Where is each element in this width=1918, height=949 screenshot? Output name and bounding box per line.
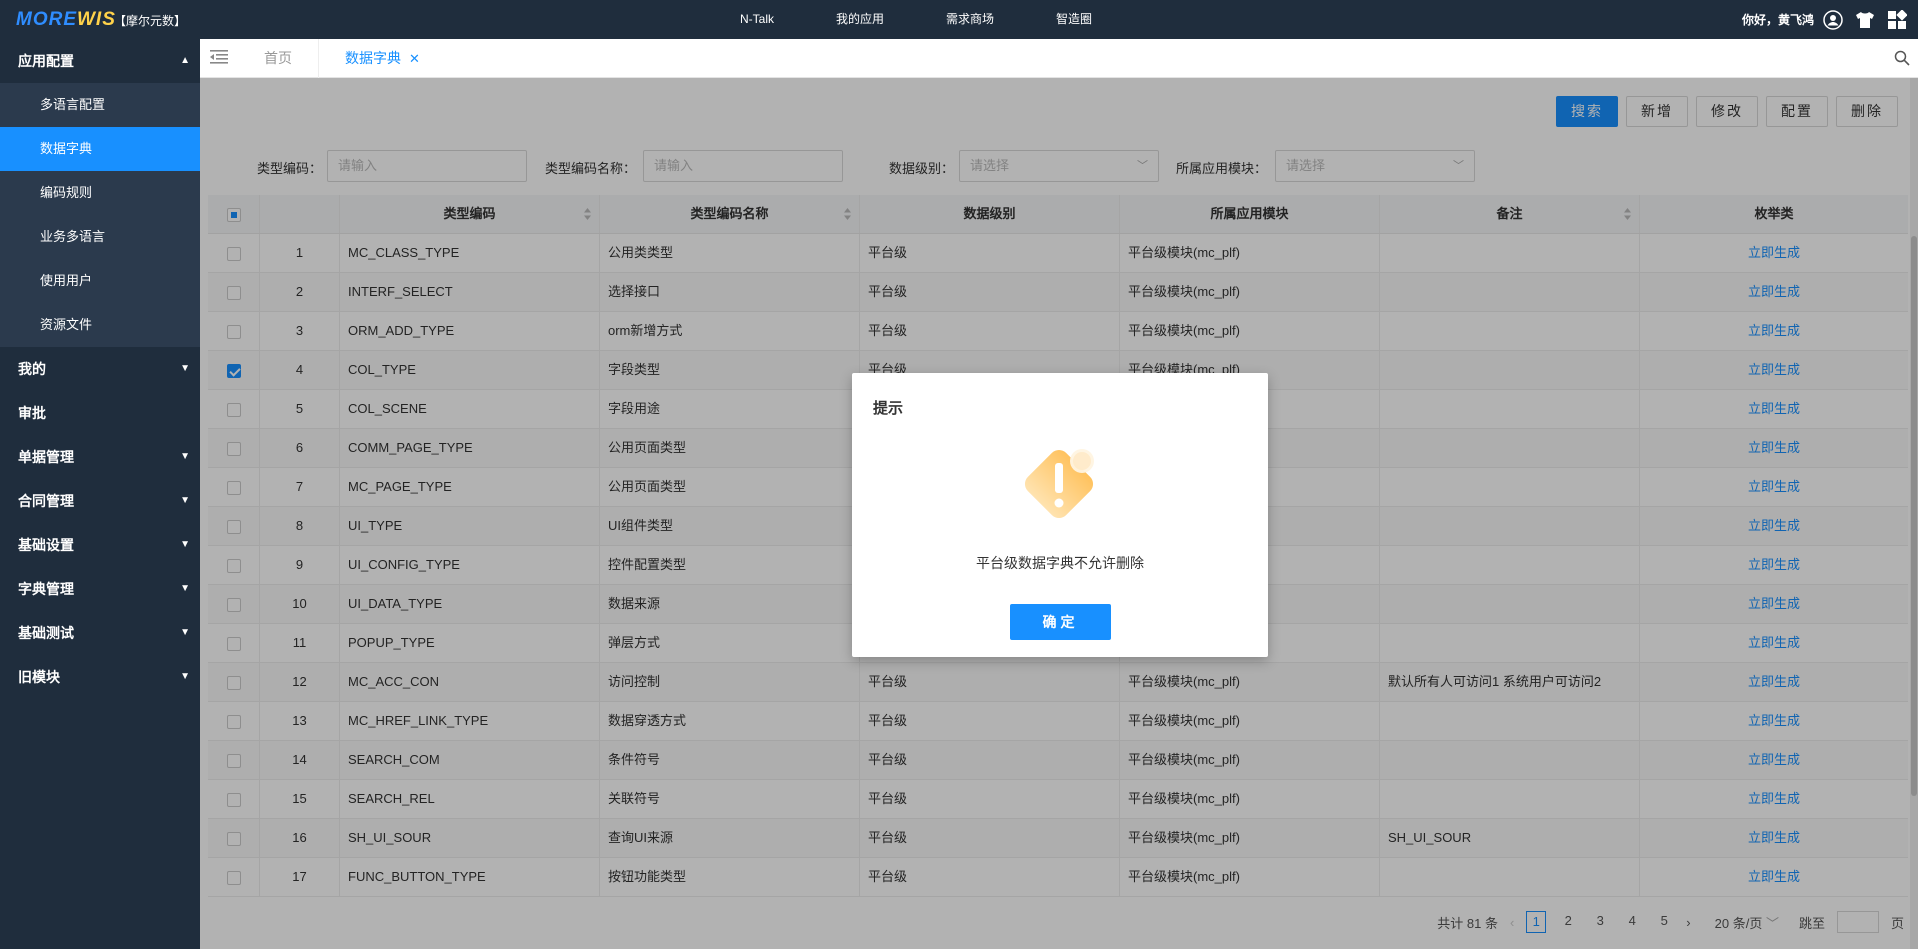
top-bar: MOREWIS 【摩尔元数】 N-Talk 我的应用 需求商场 智造圈 你好，黄…	[0, 0, 1918, 39]
tab-divider	[318, 39, 319, 78]
sidebar-item-resources[interactable]: 资源文件	[0, 303, 200, 347]
sidebar-group-mine[interactable]: 我的 ▼	[0, 347, 200, 391]
dialog-title: 提示	[873, 400, 904, 417]
chevron-down-icon: ▼	[180, 451, 190, 462]
top-nav: N-Talk 我的应用 需求商场 智造圈	[740, 0, 1154, 39]
user-greeting: 你好，黄飞鸿	[1741, 13, 1814, 27]
top-right: 你好，黄飞鸿	[1742, 0, 1918, 39]
nav-circle[interactable]: 智造圈	[1056, 0, 1092, 39]
sidebar-group-app-config[interactable]: 应用配置 ▲	[0, 39, 200, 83]
tab-data-dict[interactable]: 数据字典 ✕	[345, 39, 420, 78]
sidebar-group-approval[interactable]: 审批	[0, 391, 200, 435]
chevron-down-icon: ▼	[180, 495, 190, 506]
sidebar-group-old-modules[interactable]: 旧模块 ▼	[0, 655, 200, 699]
sidebar-group-contracts[interactable]: 合同管理 ▼	[0, 479, 200, 523]
brand-name: 【摩尔元数】	[114, 14, 187, 28]
tabs-bar: 首页 数据字典 ✕	[200, 39, 1918, 78]
confirm-button[interactable]: 确定	[1010, 604, 1111, 640]
chevron-down-icon: ▼	[180, 583, 190, 594]
sidebar-group-dict-mgmt[interactable]: 字典管理 ▼	[0, 567, 200, 611]
user-circle-icon[interactable]	[1822, 9, 1844, 31]
chevron-down-icon: ▼	[180, 539, 190, 550]
close-icon[interactable]: ✕	[409, 51, 420, 66]
nav-ntalk[interactable]: N-Talk	[740, 0, 774, 39]
nav-market[interactable]: 需求商场	[946, 0, 994, 39]
sidebar-item-data-dict[interactable]: 数据字典	[0, 127, 200, 171]
nav-my-apps[interactable]: 我的应用	[836, 0, 884, 39]
dialog-message: 平台级数据字典不允许删除	[976, 555, 1144, 571]
sidebar-submenu-app-config: 多语言配置 数据字典 编码规则 业务多语言 使用用户 资源文件	[0, 83, 200, 347]
sidebar-item-multilang[interactable]: 多语言配置	[0, 83, 200, 127]
sidebar-item-users[interactable]: 使用用户	[0, 259, 200, 303]
collapse-menu-icon[interactable]	[210, 49, 228, 67]
logo[interactable]: MOREWIS	[16, 9, 116, 31]
search-icon[interactable]	[1894, 50, 1910, 69]
chevron-down-icon: ▼	[180, 627, 190, 638]
sidebar-item-code-rules[interactable]: 编码规则	[0, 171, 200, 215]
shirt-icon[interactable]	[1854, 9, 1876, 31]
tab-home[interactable]: 首页	[264, 39, 292, 78]
sidebar-group-basic-test[interactable]: 基础测试 ▼	[0, 611, 200, 655]
chevron-up-icon: ▲	[180, 55, 190, 66]
chevron-down-icon: ▼	[180, 363, 190, 374]
sidebar-group-documents[interactable]: 单据管理 ▼	[0, 435, 200, 479]
chevron-down-icon: ▼	[180, 671, 190, 682]
apps-grid-icon[interactable]	[1886, 9, 1908, 31]
alert-dialog: 提示 平台级数据字典不允许删除 确定	[852, 373, 1268, 657]
sidebar-group-basic-settings[interactable]: 基础设置 ▼	[0, 523, 200, 567]
sidebar-item-biz-lang[interactable]: 业务多语言	[0, 215, 200, 259]
sidebar: 应用配置 ▲ 多语言配置 数据字典 编码规则 业务多语言 使用用户 资源文件 我…	[0, 39, 200, 949]
warning-icon	[1020, 443, 1100, 536]
